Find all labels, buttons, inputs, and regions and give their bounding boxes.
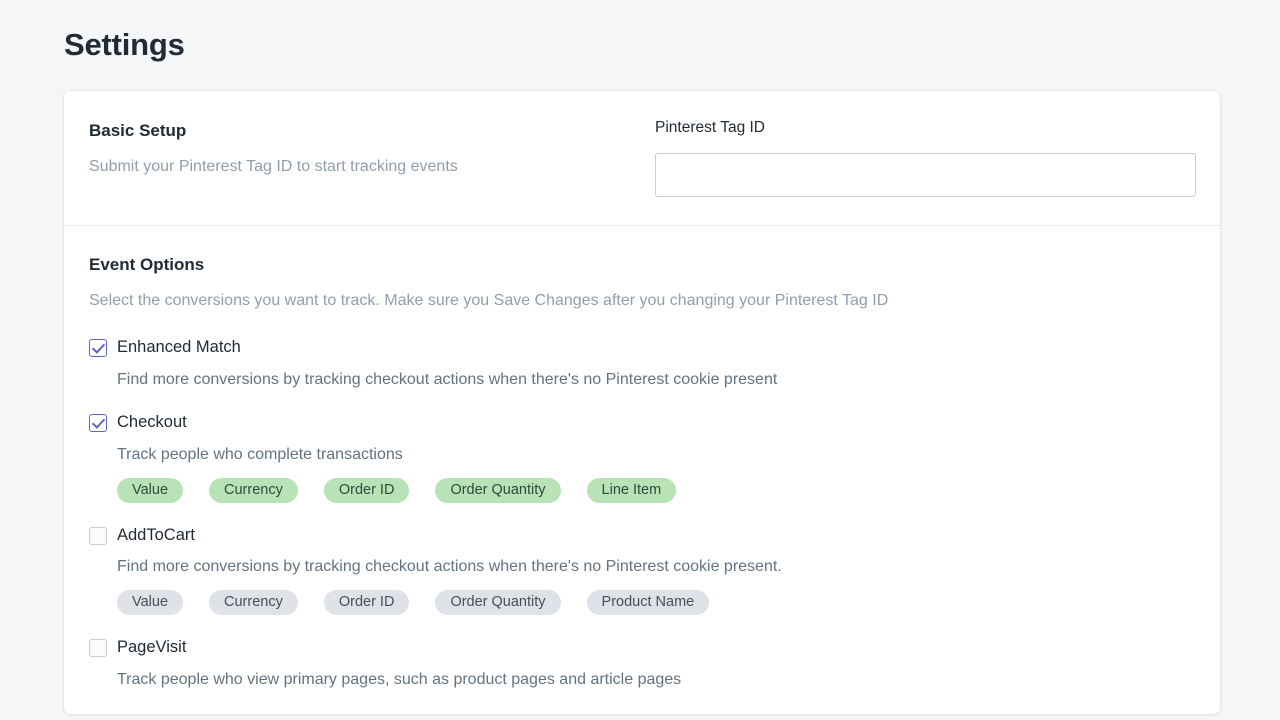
pinterest-tag-id-input[interactable] [655, 153, 1196, 198]
event-name-label: Enhanced Match [117, 337, 241, 356]
event-row: AddToCart Find more conversions by tracki… [89, 526, 1195, 615]
event-description: Find more conversions by tracking checko… [117, 558, 782, 576]
basic-setup-subtext: Submit your Pinterest Tag ID to start tr… [89, 158, 458, 176]
checkbox-enhanced-match[interactable] [89, 338, 107, 357]
event-row-header: Enhanced Match [89, 338, 1195, 358]
event-row: Checkout Track people who complete transa… [89, 413, 1195, 503]
event-name-label: AddToCart [117, 525, 195, 544]
event-row-header: AddToCart [89, 526, 1195, 546]
settings-card: Basic Setup Submit your Pinterest Tag ID… [64, 91, 1220, 715]
parameter-pill: Currency [209, 590, 298, 615]
checkbox-addtocart[interactable] [89, 526, 107, 545]
checkbox-pagevisit[interactable] [89, 638, 107, 657]
event-name-label: Checkout [117, 413, 187, 432]
parameter-pill: Order ID [323, 590, 410, 615]
page-title: Settings [64, 27, 185, 62]
event-options-heading: Event Options [89, 255, 205, 275]
basic-setup-description-column: Basic Setup Submit your Pinterest Tag ID… [89, 118, 655, 197]
event-row-header: PageVisit [89, 638, 1195, 658]
event-name-label: PageVisit [117, 638, 187, 656]
parameter-pill: Value [117, 477, 184, 503]
parameter-pill: Value [117, 590, 184, 615]
parameter-pill: Product Name [586, 590, 710, 615]
event-parameter-pills: Value Currency Order ID Order Quantity Line … [117, 477, 1195, 503]
event-row: PageVisit Track people who view primary p… [89, 638, 1195, 690]
event-list: Enhanced Match Find more conversions by t… [89, 338, 1195, 691]
event-parameter-pills: Value Currency Order ID Order Quantity Produ… [117, 590, 1195, 615]
basic-setup-field-column: Pinterest Tag ID [655, 118, 1196, 198]
basic-setup-section: Basic Setup Submit your Pinterest Tag ID… [64, 91, 1220, 227]
event-description: Find more conversions by tracking checko… [117, 370, 778, 388]
event-description: Track people who complete transactions [117, 446, 403, 464]
parameter-pill: Currency [209, 477, 298, 503]
settings-page: Settings Basic Setup Submit your Pintere… [0, 0, 1280, 720]
parameter-pill: Order Quantity [435, 590, 561, 615]
parameter-pill: Line Item [586, 477, 677, 503]
parameter-pill: Order ID [323, 477, 410, 503]
event-options-section: Event Options Select the conversions you… [64, 226, 1220, 714]
checkbox-checkout[interactable] [89, 414, 107, 433]
event-options-subtext: Select the conversions you want to track… [89, 292, 889, 310]
pinterest-tag-id-label: Pinterest Tag ID [655, 119, 765, 136]
event-description: Track people who view primary pages, suc… [117, 670, 682, 688]
event-row: Enhanced Match Find more conversions by t… [89, 338, 1195, 390]
basic-setup-heading: Basic Setup [89, 121, 187, 140]
event-row-header: Checkout [89, 413, 1195, 433]
parameter-pill: Order Quantity [435, 477, 561, 503]
